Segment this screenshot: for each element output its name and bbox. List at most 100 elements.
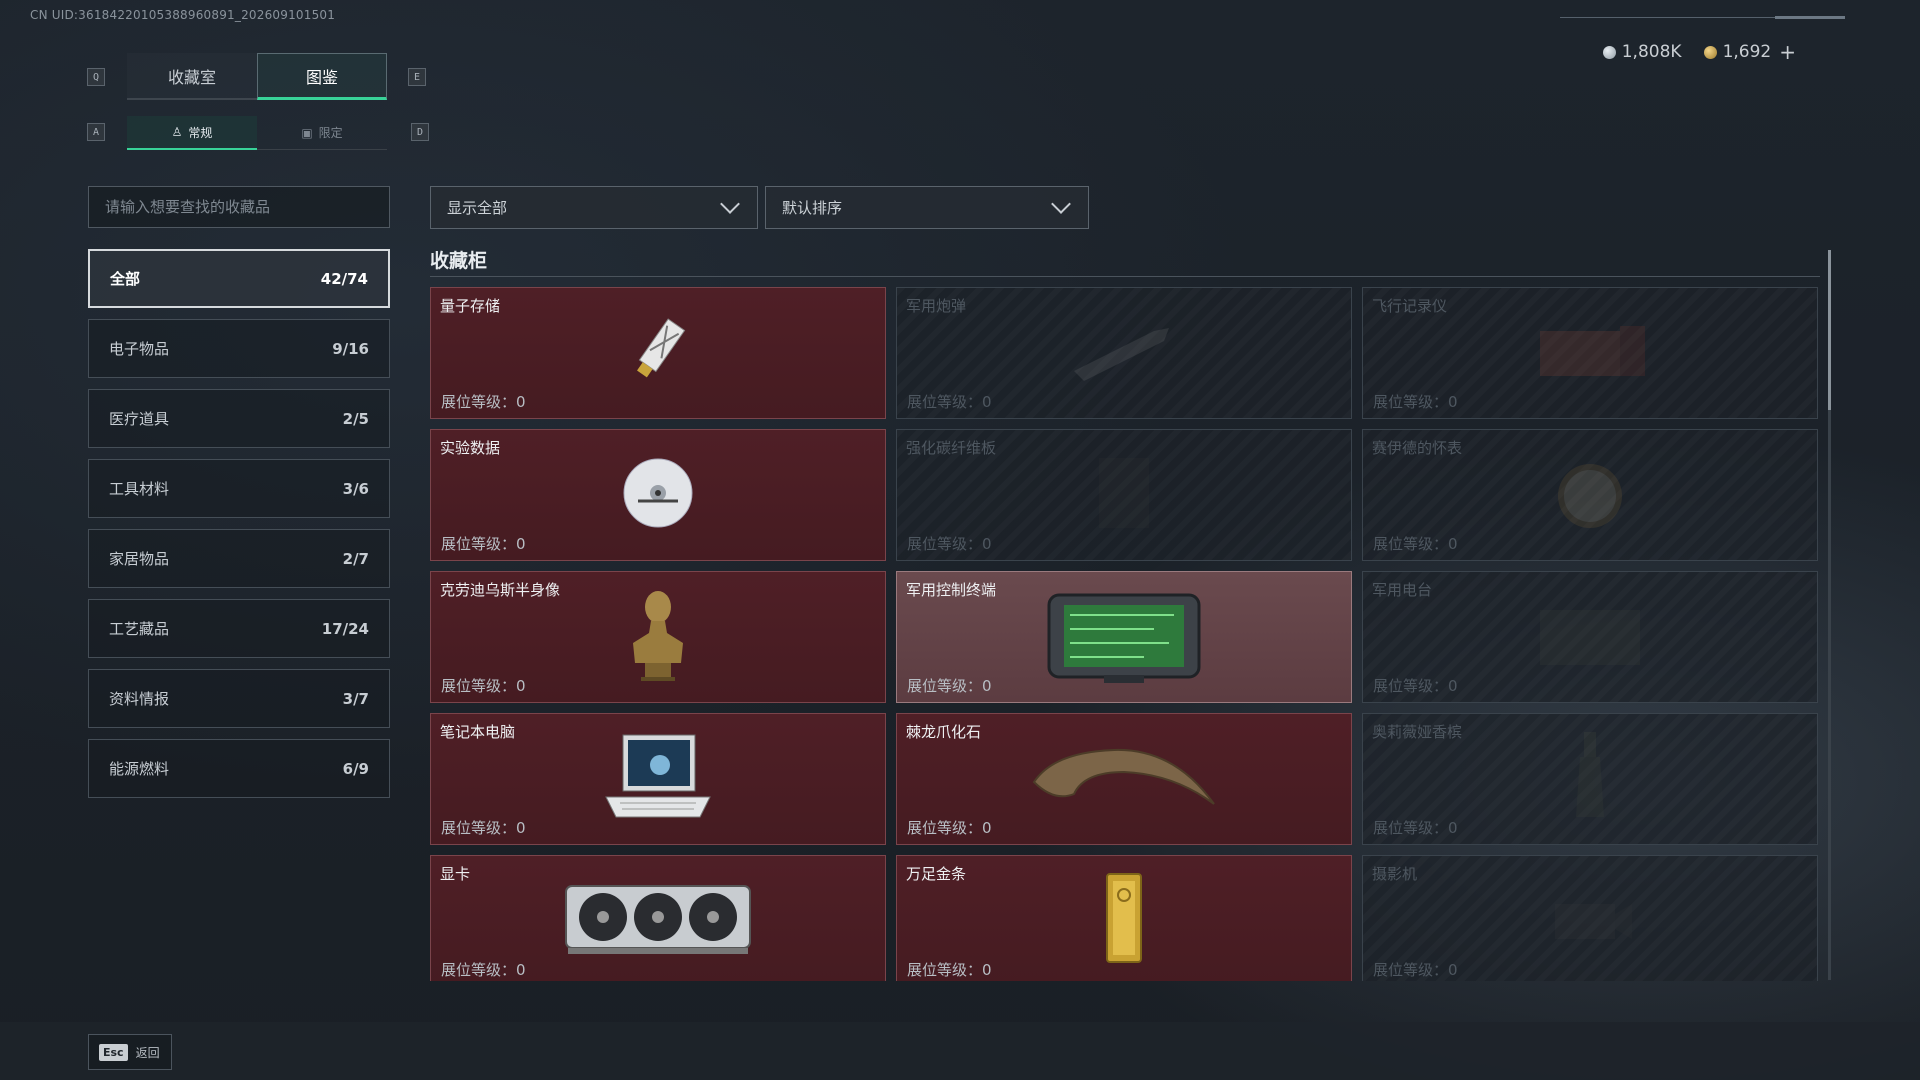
key-hint-d: D [411, 123, 429, 141]
category-count: 9/16 [332, 339, 369, 358]
category-label: 家居物品 [109, 550, 170, 568]
category-label: 资料情报 [109, 690, 170, 708]
category-count: 3/6 [342, 479, 369, 498]
flight-recorder-icon [1525, 311, 1655, 395]
card-name: 军用电台 [1372, 581, 1433, 599]
card-level: 展位等级：0 [441, 675, 526, 696]
level-label: 展位等级： [441, 535, 517, 553]
level-label: 展位等级： [1373, 677, 1449, 695]
esc-key-icon: Esc [99, 1043, 128, 1061]
collection-card[interactable]: 强化碳纤维板 展位等级：0 [896, 429, 1352, 561]
category-all[interactable]: 全部 42/74 [88, 249, 390, 308]
tab-limited[interactable]: ▣ 限定 [257, 116, 387, 150]
level-value: 0 [982, 677, 992, 695]
category-medical[interactable]: 医疗道具 2/5 [88, 389, 390, 448]
card-level: 展位等级：0 [1373, 391, 1458, 412]
champagne-icon [1560, 727, 1620, 831]
level-label: 展位等级： [907, 819, 983, 837]
section-title: 收藏柜 [430, 250, 488, 272]
filter-dropdown[interactable]: 显示全部 [430, 186, 758, 229]
collection-card[interactable]: 实验数据展位等级：0 [430, 429, 886, 561]
collection-card[interactable]: 笔记本电脑 展位等级：0 [430, 713, 886, 845]
collection-card[interactable]: 摄影机 展位等级：0 [1362, 855, 1818, 981]
search-input[interactable] [105, 198, 389, 216]
card-name: 军用炮弹 [906, 297, 967, 315]
category-energy[interactable]: 能源燃料 6/9 [88, 739, 390, 798]
sort-dropdown[interactable]: 默认排序 [765, 186, 1089, 229]
tab-regular[interactable]: ♙ 常规 [127, 116, 257, 150]
gold-coin-icon [1703, 45, 1717, 59]
card-name: 量子存储 [440, 297, 501, 315]
card-name: 赛伊德的怀表 [1372, 439, 1463, 457]
player-uid: CN UID:3618422010538896089​1_20260910150… [30, 8, 336, 22]
level-label: 展位等级： [441, 393, 517, 411]
category-crafts[interactable]: 工艺藏品 17/24 [88, 599, 390, 658]
claw-fossil-icon [1024, 732, 1224, 826]
collection-card[interactable]: 万足金条 展位等级：0 [896, 855, 1352, 981]
category-label: 医疗道具 [109, 410, 170, 428]
category-list: 全部 42/74 电子物品 9/16 医疗道具 2/5 工具材料 3/6 家居物… [88, 249, 390, 809]
card-name: 军用控制终端 [906, 581, 997, 599]
category-electronics[interactable]: 电子物品 9/16 [88, 319, 390, 378]
category-tools[interactable]: 工具材料 3/6 [88, 459, 390, 518]
category-intel[interactable]: 资料情报 3/7 [88, 669, 390, 728]
sub-tabs: ♙ 常规 ▣ 限定 [127, 116, 387, 150]
scroll-thumb[interactable] [1828, 250, 1831, 410]
card-name: 飞行记录仪 [1372, 297, 1448, 315]
category-count: 2/5 [342, 409, 369, 428]
card-level: 展位等级：0 [441, 817, 526, 838]
card-level: 展位等级：0 [441, 959, 526, 980]
silver-amount: 1,808K [1621, 42, 1682, 62]
category-label: 全部 [110, 270, 141, 288]
collection-card[interactable]: 棘龙爪化石 展位等级：0 [896, 713, 1352, 845]
card-name: 奥莉薇娅香槟 [1372, 723, 1463, 741]
collection-card[interactable]: 赛伊德的怀表 展位等级：0 [1362, 429, 1818, 561]
tab-catalog[interactable]: 图鉴 [257, 53, 387, 100]
collection-card[interactable]: 飞行记录仪展位等级：0 [1362, 287, 1818, 419]
collection-card[interactable]: 军用炮弹展位等级：0 [896, 287, 1352, 419]
gold-currency: 1,692 + [1703, 40, 1796, 64]
footer-bar [0, 1022, 1920, 1080]
collection-card[interactable]: 奥莉薇娅香槟 展位等级：0 [1362, 713, 1818, 845]
pocket-watch-icon [1545, 448, 1635, 542]
category-household[interactable]: 家居物品 2/7 [88, 529, 390, 588]
collection-card[interactable]: 军用控制终端 展位等级：0 [896, 571, 1352, 703]
filter-value: 显示全部 [447, 199, 508, 217]
level-value: 0 [982, 393, 992, 411]
back-button[interactable]: Esc 返回 [88, 1034, 172, 1070]
chevron-down-icon [1051, 193, 1071, 214]
camera-icon [1540, 884, 1640, 958]
collection-card[interactable]: 显卡展位等级：0 [430, 855, 886, 981]
level-value: 0 [1448, 961, 1458, 979]
card-name: 显卡 [440, 865, 471, 883]
category-count: 2/7 [342, 549, 369, 568]
figure-icon: ♙ [171, 125, 183, 139]
card-level: 展位等级：0 [1373, 533, 1458, 554]
grid-scrollbar[interactable] [1828, 250, 1831, 980]
card-level: 展位等级：0 [1373, 817, 1458, 838]
card-name: 克劳迪乌斯半身像 [440, 581, 561, 599]
card-level: 展位等级：0 [907, 675, 992, 696]
collection-card[interactable]: 量子存储 展位等级：0 [430, 287, 886, 419]
level-value: 0 [982, 961, 992, 979]
level-label: 展位等级： [441, 677, 517, 695]
level-value: 0 [516, 819, 526, 837]
level-value: 0 [982, 819, 992, 837]
card-name: 实验数据 [440, 439, 501, 457]
key-hint-q: Q [87, 68, 105, 86]
level-label: 展位等级： [907, 961, 983, 979]
add-currency-button[interactable]: + [1779, 40, 1796, 64]
key-hint-e: E [408, 68, 426, 86]
collection-card[interactable]: 军用电台 展位等级：0 [1362, 571, 1818, 703]
collection-card[interactable]: 克劳迪乌斯半身像 展位等级：0 [430, 571, 886, 703]
category-count: 42/74 [320, 269, 368, 288]
sort-value: 默认排序 [782, 199, 843, 217]
category-label: 工具材料 [109, 480, 170, 498]
category-label: 电子物品 [109, 340, 170, 358]
disc-icon [618, 453, 698, 537]
tab-collection-room[interactable]: 收藏室 [127, 53, 257, 100]
card-level: 展位等级：0 [441, 533, 526, 554]
carbon-plate-icon [1089, 453, 1159, 537]
card-level: 展位等级：0 [907, 391, 992, 412]
card-level: 展位等级：0 [907, 817, 992, 838]
